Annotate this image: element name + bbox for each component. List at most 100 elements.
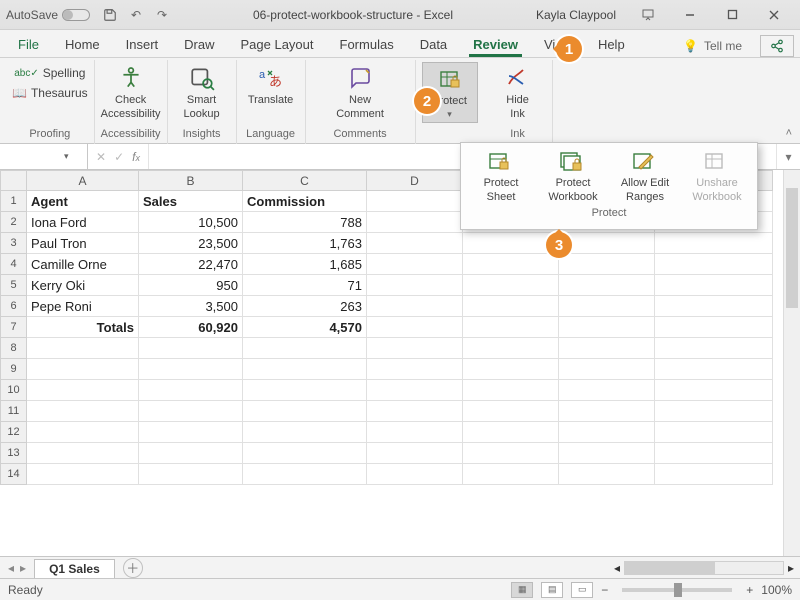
share-button[interactable] [760, 35, 794, 57]
cell[interactable] [367, 338, 463, 359]
tab-home[interactable]: Home [53, 31, 112, 57]
cell[interactable] [367, 212, 463, 233]
collapse-ribbon-icon[interactable]: ˄ [786, 127, 792, 139]
fx-icon[interactable]: fx [132, 150, 140, 164]
cell[interactable] [243, 338, 367, 359]
cell[interactable] [655, 443, 773, 464]
row-header[interactable]: 3 [1, 233, 27, 254]
cell[interactable] [27, 401, 139, 422]
allow-edit-ranges-button[interactable]: Allow EditRanges [612, 149, 678, 203]
row-header[interactable]: 6 [1, 296, 27, 317]
cell[interactable] [463, 275, 559, 296]
smart-lookup-button[interactable]: Smart Lookup [174, 62, 230, 120]
cell[interactable] [655, 296, 773, 317]
cell[interactable] [243, 464, 367, 485]
tab-help[interactable]: Help [586, 31, 637, 57]
cell[interactable] [243, 359, 367, 380]
horizontal-scrollbar[interactable] [624, 561, 784, 575]
cell[interactable] [27, 422, 139, 443]
cell[interactable] [367, 401, 463, 422]
protect-sheet-button[interactable]: ProtectSheet [468, 149, 534, 203]
cell[interactable] [243, 380, 367, 401]
tab-formulas[interactable]: Formulas [328, 31, 406, 57]
cell[interactable] [367, 317, 463, 338]
cell[interactable] [367, 254, 463, 275]
expand-formula-bar-icon[interactable]: ▾ [776, 144, 800, 169]
view-page-break-icon[interactable]: ▭ [571, 582, 593, 598]
cell[interactable] [139, 359, 243, 380]
cell[interactable] [559, 296, 655, 317]
cell[interactable]: 4,570 [243, 317, 367, 338]
hide-ink-button[interactable]: Hide Ink [490, 62, 546, 120]
save-icon[interactable] [102, 7, 118, 23]
cell[interactable] [655, 380, 773, 401]
row-header[interactable]: 4 [1, 254, 27, 275]
select-all-corner[interactable] [1, 171, 27, 191]
cell[interactable] [463, 422, 559, 443]
cell[interactable] [655, 317, 773, 338]
cell[interactable] [367, 191, 463, 212]
cell[interactable] [367, 443, 463, 464]
protect-workbook-button[interactable]: ProtectWorkbook [540, 149, 606, 203]
minimize-icon[interactable] [670, 1, 710, 29]
cell[interactable] [463, 401, 559, 422]
cell[interactable] [367, 464, 463, 485]
cell[interactable] [559, 254, 655, 275]
cell[interactable] [139, 443, 243, 464]
cancel-formula-icon[interactable]: ✕ [96, 150, 106, 164]
cell[interactable] [27, 338, 139, 359]
row-header[interactable]: 8 [1, 338, 27, 359]
col-header-B[interactable]: B [139, 171, 243, 191]
cell[interactable] [463, 338, 559, 359]
undo-icon[interactable]: ↶ [128, 7, 144, 23]
translate-button[interactable]: aあ Translate [243, 62, 299, 106]
cell[interactable]: 71 [243, 275, 367, 296]
cell[interactable] [559, 317, 655, 338]
tab-draw[interactable]: Draw [172, 31, 226, 57]
zoom-out-icon[interactable]: − [601, 583, 608, 597]
view-page-layout-icon[interactable]: ▤ [541, 582, 563, 598]
signed-in-user[interactable]: Kayla Claypool [536, 8, 616, 22]
cell[interactable]: Totals [27, 317, 139, 338]
cell[interactable] [463, 359, 559, 380]
cell[interactable] [139, 380, 243, 401]
hscroll-right-icon[interactable]: ▸ [788, 561, 794, 575]
zoom-slider[interactable] [622, 588, 732, 592]
row-header[interactable]: 13 [1, 443, 27, 464]
cell[interactable] [559, 422, 655, 443]
cell[interactable] [27, 464, 139, 485]
ribbon-options-icon[interactable] [628, 1, 668, 29]
scrollbar-thumb[interactable] [786, 188, 798, 308]
enter-formula-icon[interactable]: ✓ [114, 150, 124, 164]
add-sheet-button[interactable]: ＋ [123, 558, 143, 578]
cell[interactable] [559, 233, 655, 254]
cell[interactable] [463, 464, 559, 485]
row-header[interactable]: 12 [1, 422, 27, 443]
cell[interactable]: 22,470 [139, 254, 243, 275]
cell[interactable] [243, 401, 367, 422]
name-box-input[interactable] [6, 150, 56, 164]
tab-insert[interactable]: Insert [114, 31, 171, 57]
cell[interactable]: 263 [243, 296, 367, 317]
sheet-nav-prev-icon[interactable]: ◂ [8, 561, 14, 575]
cell[interactable] [27, 443, 139, 464]
cell[interactable] [655, 254, 773, 275]
cell[interactable] [559, 275, 655, 296]
cell[interactable]: 23,500 [139, 233, 243, 254]
col-header-D[interactable]: D [367, 171, 463, 191]
view-normal-icon[interactable]: ▦ [511, 582, 533, 598]
cell[interactable]: 3,500 [139, 296, 243, 317]
cell[interactable] [559, 338, 655, 359]
hscroll-thumb[interactable] [625, 562, 715, 574]
maximize-icon[interactable] [712, 1, 752, 29]
check-accessibility-button[interactable]: Check Accessibility [103, 62, 159, 120]
cell[interactable] [139, 338, 243, 359]
thesaurus-button[interactable]: 📖 Thesaurus [12, 86, 88, 100]
row-header[interactable]: 2 [1, 212, 27, 233]
cell[interactable] [367, 275, 463, 296]
cell[interactable] [463, 296, 559, 317]
sheet-nav-next-icon[interactable]: ▸ [20, 561, 26, 575]
cell[interactable] [367, 422, 463, 443]
cell[interactable] [655, 233, 773, 254]
zoom-level[interactable]: 100% [761, 583, 792, 597]
